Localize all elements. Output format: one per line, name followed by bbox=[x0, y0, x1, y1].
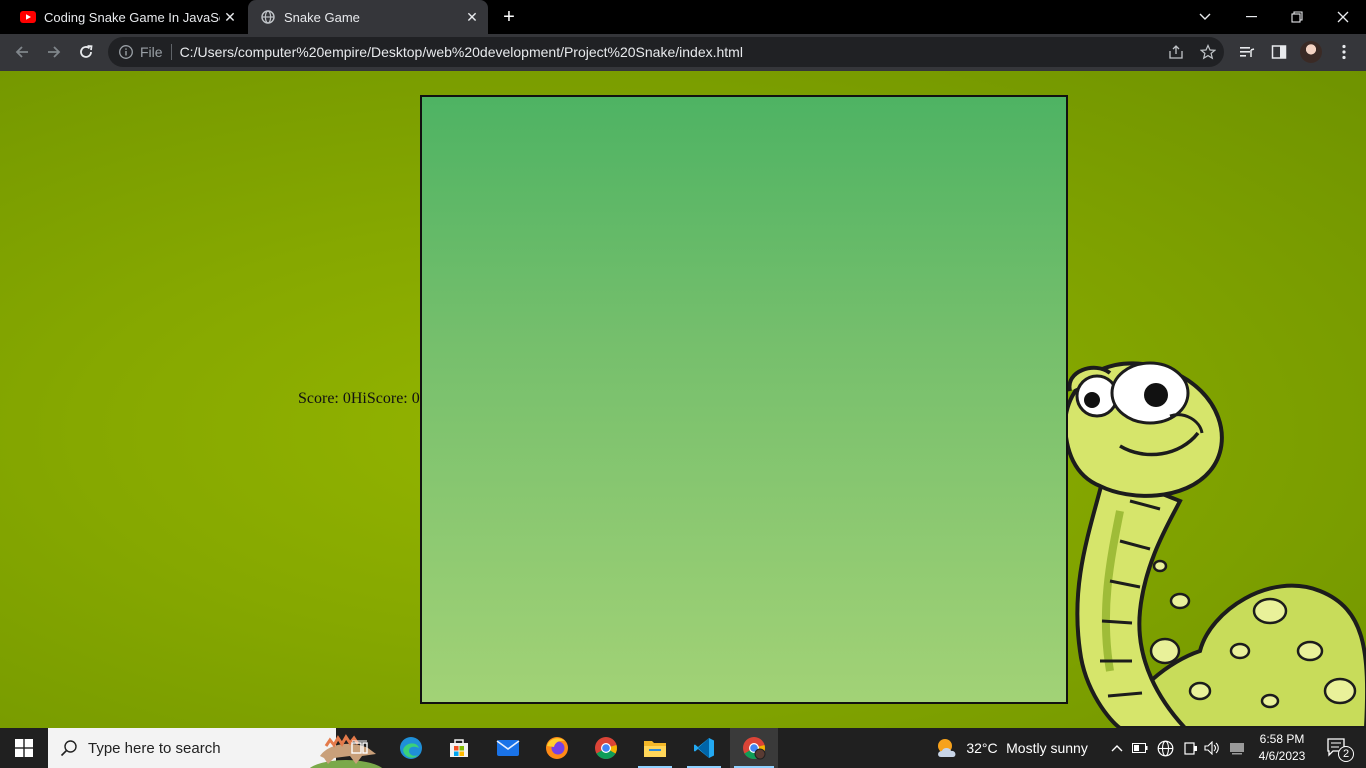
firefox-icon[interactable] bbox=[538, 728, 576, 768]
chevron-up-icon[interactable] bbox=[1108, 728, 1126, 768]
battery-icon[interactable] bbox=[1130, 728, 1150, 768]
url-text[interactable]: C:/Users/computer%20empire/Desktop/web%2… bbox=[180, 44, 1224, 60]
media-control-icon[interactable] bbox=[1235, 40, 1259, 64]
back-button[interactable] bbox=[8, 38, 36, 66]
close-tab-icon[interactable]: ✕ bbox=[462, 7, 482, 27]
close-tab-icon[interactable]: ✕ bbox=[220, 7, 240, 27]
hiscore-label: HiScore: 0 bbox=[350, 390, 420, 407]
chrome-icon[interactable] bbox=[587, 728, 625, 768]
search-icon bbox=[60, 739, 78, 762]
mail-icon[interactable] bbox=[489, 728, 527, 768]
page-scheme-label: File bbox=[140, 44, 163, 60]
address-bar[interactable]: File C:/Users/computer%20empire/Desktop/… bbox=[108, 37, 1224, 67]
side-panel-icon[interactable] bbox=[1267, 40, 1291, 64]
vscode-icon[interactable] bbox=[685, 728, 723, 768]
address-divider bbox=[170, 44, 172, 60]
game-board[interactable] bbox=[420, 95, 1068, 704]
meet-now-icon[interactable] bbox=[1180, 728, 1200, 768]
new-tab-button[interactable]: + bbox=[498, 6, 520, 28]
reload-button[interactable] bbox=[72, 38, 100, 66]
info-icon[interactable] bbox=[118, 44, 134, 60]
device-icon[interactable] bbox=[1226, 728, 1248, 768]
chrome-active-icon[interactable] bbox=[730, 728, 778, 768]
notification-badge: 2 bbox=[1338, 746, 1354, 762]
microsoft-store-icon[interactable] bbox=[440, 728, 478, 768]
windows-logo-icon bbox=[15, 739, 33, 757]
windows-taskbar: Type here to search 32°C Mostly sunny 6:… bbox=[0, 728, 1366, 768]
search-placeholder: Type here to search bbox=[88, 739, 221, 757]
minimize-button[interactable] bbox=[1228, 0, 1274, 34]
browser-tab-strip: Coding Snake Game In JavaScrip ✕ Snake G… bbox=[0, 0, 1366, 34]
weather-temp[interactable]: 32°C bbox=[966, 728, 998, 768]
tab-search-icon[interactable] bbox=[1182, 0, 1228, 34]
weather-desc[interactable]: Mostly sunny bbox=[1005, 728, 1089, 768]
start-button[interactable] bbox=[0, 728, 48, 768]
tab-youtube[interactable]: Coding Snake Game In JavaScrip ✕ bbox=[8, 0, 246, 34]
forward-button[interactable] bbox=[40, 38, 68, 66]
clock-time: 6:58 PM bbox=[1259, 732, 1305, 746]
browser-toolbar: File C:/Users/computer%20empire/Desktop/… bbox=[0, 34, 1366, 71]
tab-title: Snake Game bbox=[284, 9, 360, 25]
tab-snake-game[interactable]: Snake Game ✕ bbox=[248, 0, 488, 34]
edge-icon[interactable] bbox=[392, 728, 430, 768]
close-window-button[interactable] bbox=[1320, 0, 1366, 34]
taskbar-search-box[interactable]: Type here to search bbox=[48, 728, 383, 768]
profile-avatar[interactable] bbox=[1300, 41, 1322, 63]
score-label: Score: 0 bbox=[298, 390, 351, 407]
volume-icon[interactable] bbox=[1202, 728, 1222, 768]
score-display: Score: 0HiScore: 0 bbox=[298, 390, 420, 408]
taskbar-clock[interactable]: 6:58 PM 4/6/2023 bbox=[1252, 731, 1312, 765]
task-view-icon[interactable] bbox=[342, 728, 378, 768]
bookmark-star-icon[interactable] bbox=[1196, 40, 1220, 64]
globe-icon bbox=[260, 9, 276, 25]
tab-title: Coding Snake Game In JavaScrip bbox=[44, 9, 220, 25]
weather-sun-icon[interactable] bbox=[934, 728, 960, 768]
clock-date: 4/6/2023 bbox=[1258, 749, 1306, 763]
youtube-icon bbox=[20, 9, 36, 25]
network-globe-icon[interactable] bbox=[1154, 728, 1176, 768]
notification-center-button[interactable]: 2 bbox=[1318, 728, 1358, 768]
restore-button[interactable] bbox=[1274, 0, 1320, 34]
page-viewport: Score: 0HiScore: 0 bbox=[0, 71, 1366, 728]
menu-kebab-icon[interactable] bbox=[1332, 40, 1356, 64]
share-icon[interactable] bbox=[1164, 40, 1188, 64]
file-explorer-icon[interactable] bbox=[636, 728, 674, 768]
